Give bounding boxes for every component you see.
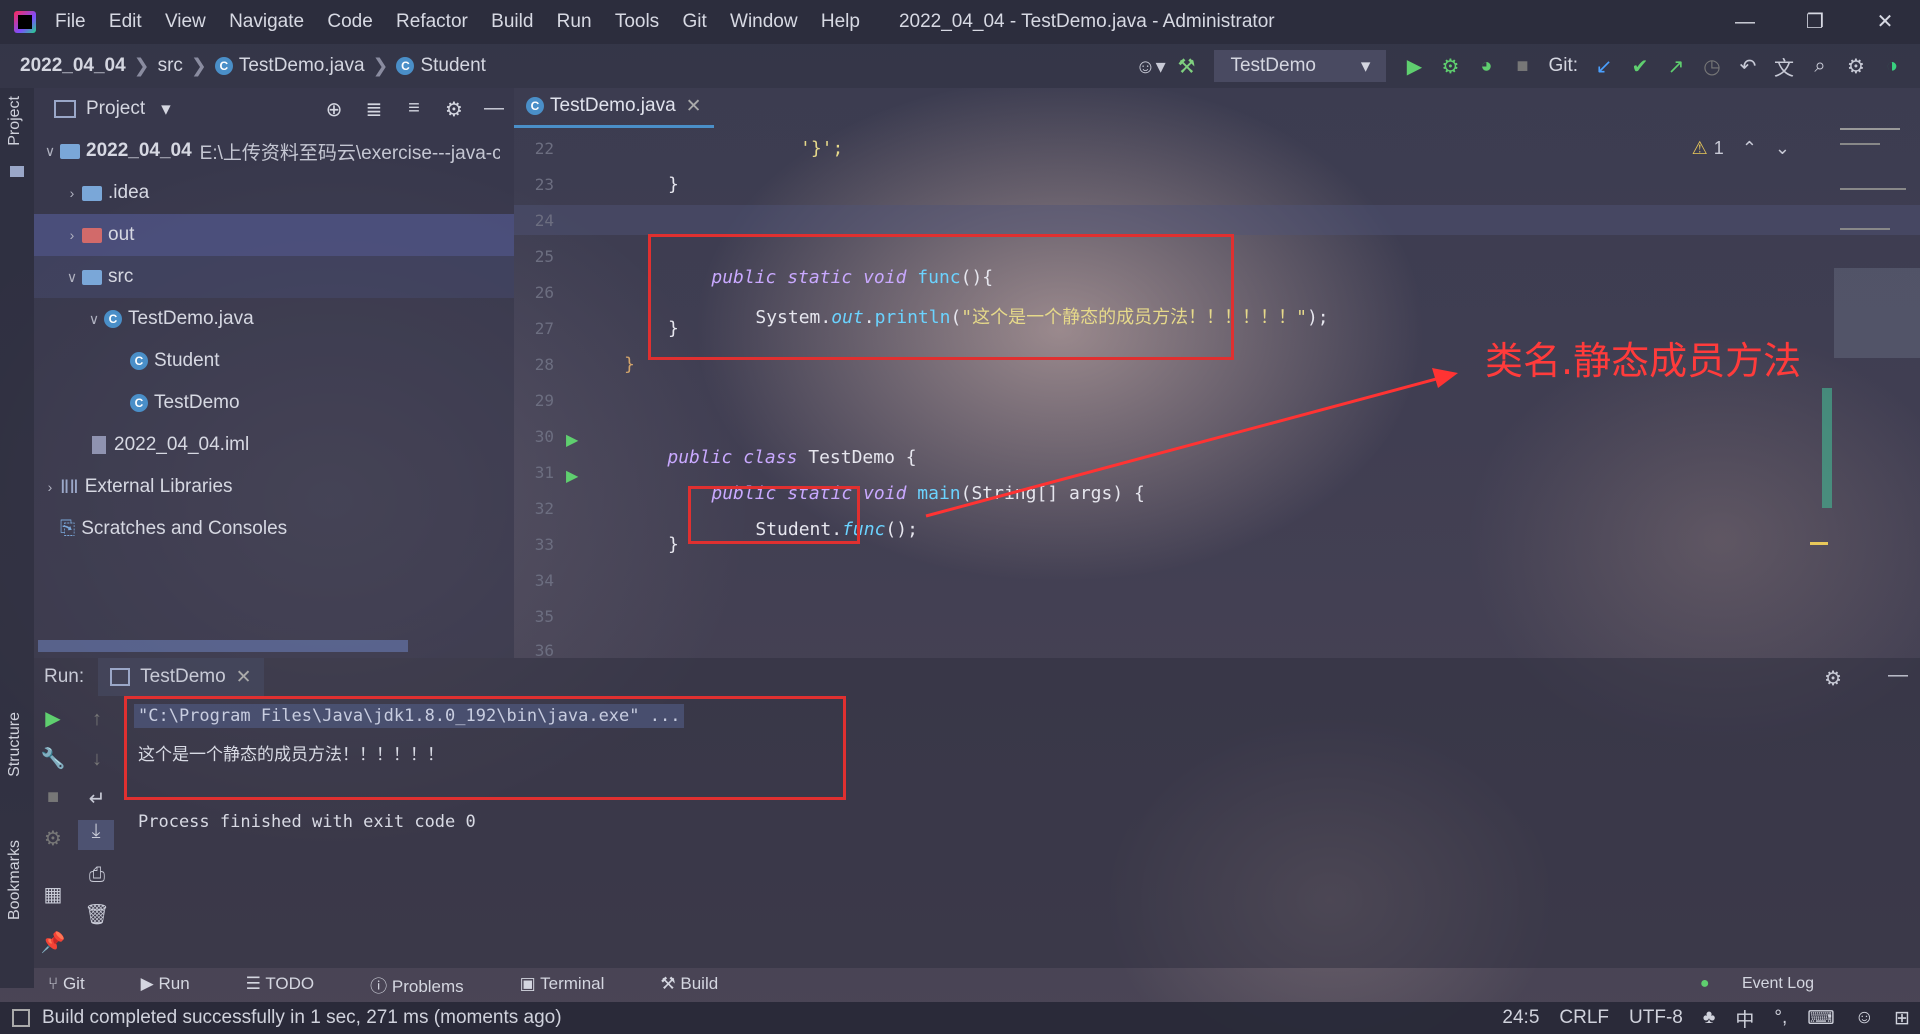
soft-wrap-icon[interactable]: ↵: [82, 786, 112, 811]
tab-label: Build: [680, 974, 719, 993]
file-encoding[interactable]: UTF-8: [1629, 1007, 1683, 1029]
annotation-label: 类名.静态成员方法: [1485, 339, 1802, 383]
print-icon[interactable]: ⎙: [82, 864, 112, 887]
event-log-icon: ●: [1699, 975, 1710, 992]
keyboard-icon[interactable]: ⌨: [1807, 1007, 1834, 1030]
tab-git[interactable]: ⑂ Git: [48, 974, 113, 994]
paw-icon[interactable]: ♣: [1703, 1007, 1715, 1029]
scroll-to-end-icon[interactable]: ⤓: [78, 820, 114, 850]
status-message[interactable]: Build completed successfully in 1 sec, 2…: [42, 1007, 562, 1029]
tab-label: TODO: [265, 974, 315, 993]
layout-icon[interactable]: ▦: [38, 882, 68, 907]
trash-icon[interactable]: 🗑: [82, 902, 112, 927]
pin-icon[interactable]: 📌: [38, 930, 68, 955]
punctuation-icon[interactable]: °,: [1774, 1007, 1787, 1029]
wrench-icon[interactable]: 🔧: [38, 746, 68, 771]
tab-label: Problems: [391, 976, 464, 996]
tab-terminal[interactable]: ▣ Terminal: [520, 974, 633, 994]
status-bar: Build completed successfully in 1 sec, 2…: [0, 1002, 1920, 1034]
gear-icon[interactable]: ⚙: [1824, 666, 1842, 691]
debug-icon[interactable]: ⚙: [38, 826, 68, 851]
run-panel-header: Run: TestDemo ✕ ⚙ —: [34, 658, 1920, 696]
tab-problems[interactable]: ⓘ Problems: [370, 972, 492, 997]
tab-build[interactable]: ⚒ Build: [660, 974, 746, 994]
user-icon[interactable]: ☺: [1855, 1007, 1874, 1029]
tab-run[interactable]: ▶ Run: [141, 974, 218, 994]
ime-indicator[interactable]: 中: [1735, 1005, 1754, 1032]
panel-toggle-icon[interactable]: [12, 1009, 30, 1027]
close-tab-icon[interactable]: ✕: [236, 666, 252, 689]
run-panel-label: Run:: [44, 666, 85, 687]
tab-label: Run: [158, 974, 190, 993]
run-tab-testdemo[interactable]: TestDemo ✕: [98, 658, 264, 696]
highlight-box-output: [124, 696, 846, 800]
run-tab-label: TestDemo: [140, 666, 226, 687]
tab-label: Git: [62, 974, 85, 993]
tab-todo[interactable]: ☰ TODO: [246, 974, 342, 994]
stop-icon[interactable]: ■: [38, 786, 68, 809]
tab-label: Terminal: [540, 974, 605, 993]
line-separator[interactable]: CRLF: [1559, 1007, 1609, 1029]
hide-icon[interactable]: —: [1888, 664, 1908, 687]
bottom-tool-tabs: ⑂ Git ▶ Run ☰ TODO ⓘ Problems ▣ Terminal…: [34, 968, 1920, 1000]
arrow-down-icon[interactable]: ↓: [82, 748, 112, 771]
cursor-position[interactable]: 24:5: [1502, 1007, 1539, 1029]
process-finished-line: Process finished with exit code 0: [138, 812, 476, 832]
rerun-icon[interactable]: ▶: [38, 706, 68, 731]
arrow-up-icon[interactable]: ↑: [82, 708, 112, 731]
tab-event-log[interactable]: ● Event Log: [1700, 975, 1842, 993]
run-panel: Run: TestDemo ✕ ⚙ — ▶ 🔧 ■ ⚙ ▦ 📌 ↑ ↓ ↵ ⤓ …: [34, 658, 1920, 968]
console-icon: [110, 668, 131, 686]
tab-label: Event Log: [1741, 975, 1814, 992]
grid-icon[interactable]: ⊞: [1894, 1007, 1910, 1030]
